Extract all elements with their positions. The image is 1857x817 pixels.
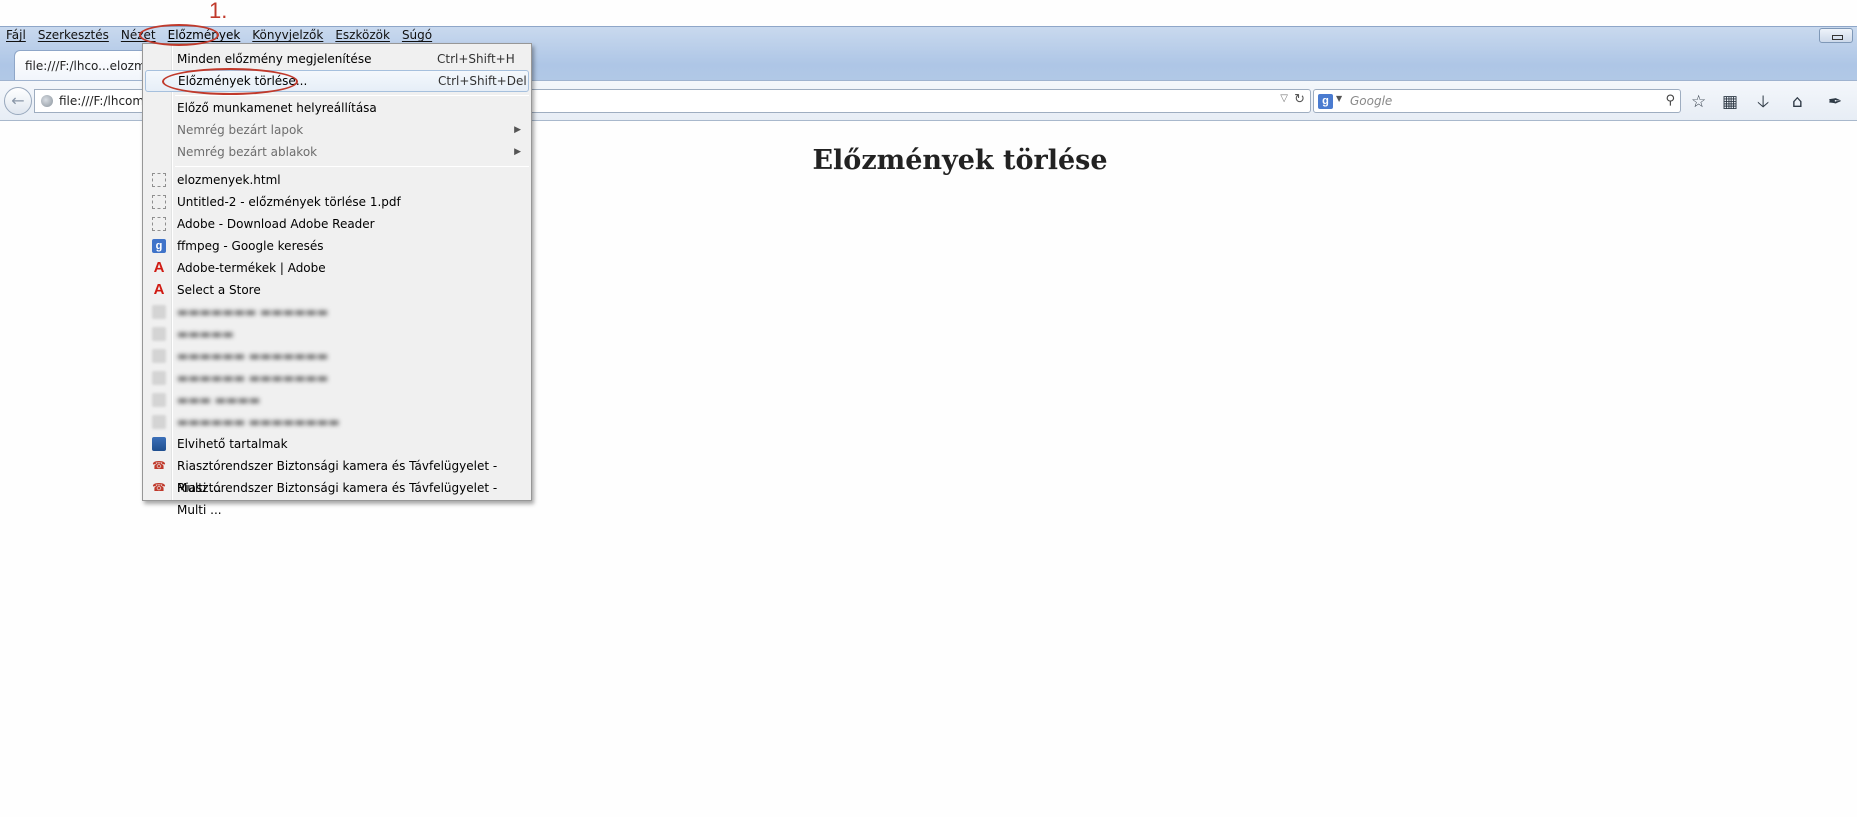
adobe-icon: A	[153, 281, 165, 298]
history-entry-label: Adobe - Download Adobe Reader	[177, 217, 375, 231]
blurred-label: ▬▬▬▬▬▬ ▬▬▬▬▬▬▬	[177, 349, 329, 363]
history-entry-blurred[interactable]: ▬▬▬ ▬▬▬▬	[145, 389, 529, 411]
menu-bookmarks[interactable]: Könyvjelzők	[246, 26, 329, 44]
menu-item-label: Minden előzmény megjelenítése	[177, 52, 372, 66]
menu-item-label: Nemrég bezárt ablakok	[177, 145, 318, 159]
page-icon	[152, 415, 166, 429]
google-icon: g	[152, 239, 166, 253]
page-icon	[152, 217, 166, 231]
menu-separator	[175, 95, 529, 96]
alarm-icon: ☎	[152, 459, 166, 472]
google-icon[interactable]: g	[1318, 94, 1333, 109]
history-entry[interactable]: ☎ Riasztórendszer Biztonsági kamera és T…	[145, 477, 529, 517]
history-entry-blurred[interactable]: ▬▬▬▬▬▬ ▬▬▬▬▬▬▬	[145, 345, 529, 367]
history-entry-blurred[interactable]: ▬▬▬▬▬	[145, 323, 529, 345]
download-icon[interactable]: 🡣	[1757, 93, 1769, 111]
page-icon	[152, 349, 166, 363]
menu-separator	[175, 166, 529, 167]
home-icon[interactable]: ⌂	[1792, 93, 1803, 111]
history-entry[interactable]: Adobe - Download Adobe Reader	[145, 213, 529, 235]
back-arrow-icon[interactable]: ←	[4, 87, 32, 115]
url-text: file:///F:/lhcom/	[59, 94, 149, 108]
menu-item-recently-closed-tabs[interactable]: Nemrég bezárt lapok ▶	[145, 119, 529, 141]
menu-view[interactable]: Nézet	[115, 26, 162, 44]
window-restore-button[interactable]	[1819, 28, 1853, 43]
page-icon	[152, 371, 166, 385]
history-entry-label: Elvihető tartalmak	[177, 437, 288, 451]
page-icon	[152, 327, 166, 341]
menu-item-shortcut: Ctrl+Shift+Del	[438, 74, 527, 88]
history-entry[interactable]: Elvihető tartalmak	[145, 433, 529, 455]
annotation-step-1: 1.	[209, 0, 228, 23]
tools-wand-icon[interactable]: ✒	[1828, 93, 1842, 111]
menu-file[interactable]: Fájl	[0, 26, 32, 44]
history-entry-blurred[interactable]: ▬▬▬▬▬▬ ▬▬▬▬▬▬▬	[145, 367, 529, 389]
offline-content-icon	[152, 437, 166, 451]
history-entry-blurred[interactable]: ▬▬▬▬▬▬ ▬▬▬▬▬▬▬▬	[145, 411, 529, 433]
page-icon	[152, 305, 166, 319]
globe-icon	[41, 95, 53, 107]
history-entry[interactable]: A Select a Store	[145, 279, 529, 301]
history-dropdown-menu: Minden előzmény megjelenítése Ctrl+Shift…	[142, 43, 532, 517]
history-entry-label: Adobe-termékek | Adobe	[177, 261, 326, 275]
menu-item-restore-session[interactable]: Előző munkamenet helyreállítása	[145, 97, 529, 119]
search-input[interactable]: Google	[1350, 94, 1392, 108]
bookmark-star-icon[interactable]: ☆	[1691, 93, 1706, 111]
menu-help[interactable]: Súgó	[396, 26, 438, 44]
menu-item-label: Előző munkamenet helyreállítása	[177, 101, 377, 115]
reload-icon[interactable]: ↻	[1294, 92, 1305, 107]
menu-edit[interactable]: Szerkesztés	[32, 26, 115, 44]
menu-item-shortcut: Ctrl+Shift+H	[437, 52, 515, 66]
menu-item-show-all-history[interactable]: Minden előzmény megjelenítése Ctrl+Shift…	[145, 48, 529, 70]
menu-item-label: Előzmények törlése...	[178, 74, 308, 88]
chevron-down-icon[interactable]: ▼	[1336, 94, 1342, 103]
menu-bar: Fájl Szerkesztés Nézet Előzmények Könyvj…	[0, 26, 1857, 44]
blurred-label: ▬▬▬▬▬	[177, 327, 234, 341]
dropdown-triangle-icon[interactable]: ▽	[1280, 93, 1288, 104]
history-entry[interactable]: A Adobe-termékek | Adobe	[145, 257, 529, 279]
history-entry-blurred[interactable]: ▬▬▬▬▬▬▬ ▬▬▬▬▬▬	[145, 301, 529, 323]
history-entry[interactable]: ☎ Riasztórendszer Biztonsági kamera és T…	[145, 455, 529, 495]
blurred-label: ▬▬▬▬▬▬ ▬▬▬▬▬▬▬▬	[177, 415, 340, 429]
search-bar[interactable]: g ▼ Google ⚲	[1313, 89, 1681, 113]
page-icon	[152, 393, 166, 407]
menu-item-label: Nemrég bezárt lapok	[177, 123, 304, 137]
history-entry-label: Riasztórendszer Biztonsági kamera és Táv…	[177, 481, 498, 517]
blurred-label: ▬▬▬ ▬▬▬▬	[177, 393, 261, 407]
chevron-right-icon: ▶	[514, 125, 521, 135]
menu-item-recently-closed-windows[interactable]: Nemrég bezárt ablakok ▶	[145, 141, 529, 163]
menu-item-clear-history[interactable]: Előzmények törlése... Ctrl+Shift+Del	[145, 70, 529, 92]
history-entry-label: Select a Store	[177, 283, 261, 297]
history-entry-label: ffmpeg - Google keresés	[177, 239, 324, 253]
search-icon[interactable]: ⚲	[1665, 93, 1675, 108]
alarm-icon: ☎	[152, 481, 166, 494]
menu-history[interactable]: Előzmények	[162, 26, 247, 44]
adobe-icon: A	[153, 259, 165, 276]
history-entry[interactable]: elozmenyek.html	[145, 169, 529, 191]
history-entry[interactable]: g ffmpeg - Google keresés	[145, 235, 529, 257]
page-icon	[152, 173, 166, 187]
history-entry-label: elozmenyek.html	[177, 173, 281, 187]
page-icon	[152, 195, 166, 209]
tab-current[interactable]: file:///F:/lhco...elozme	[14, 50, 150, 80]
bookmarks-list-icon[interactable]: ▦	[1722, 93, 1738, 111]
history-entry-label: Untitled-2 - előzmények törlése 1.pdf	[177, 195, 401, 209]
history-entry[interactable]: Untitled-2 - előzmények törlése 1.pdf	[145, 191, 529, 213]
blurred-label: ▬▬▬▬▬▬▬ ▬▬▬▬▬▬	[177, 305, 329, 319]
blurred-label: ▬▬▬▬▬▬ ▬▬▬▬▬▬▬	[177, 371, 329, 385]
menu-tools[interactable]: Eszközök	[329, 26, 396, 44]
chevron-right-icon: ▶	[514, 147, 521, 157]
